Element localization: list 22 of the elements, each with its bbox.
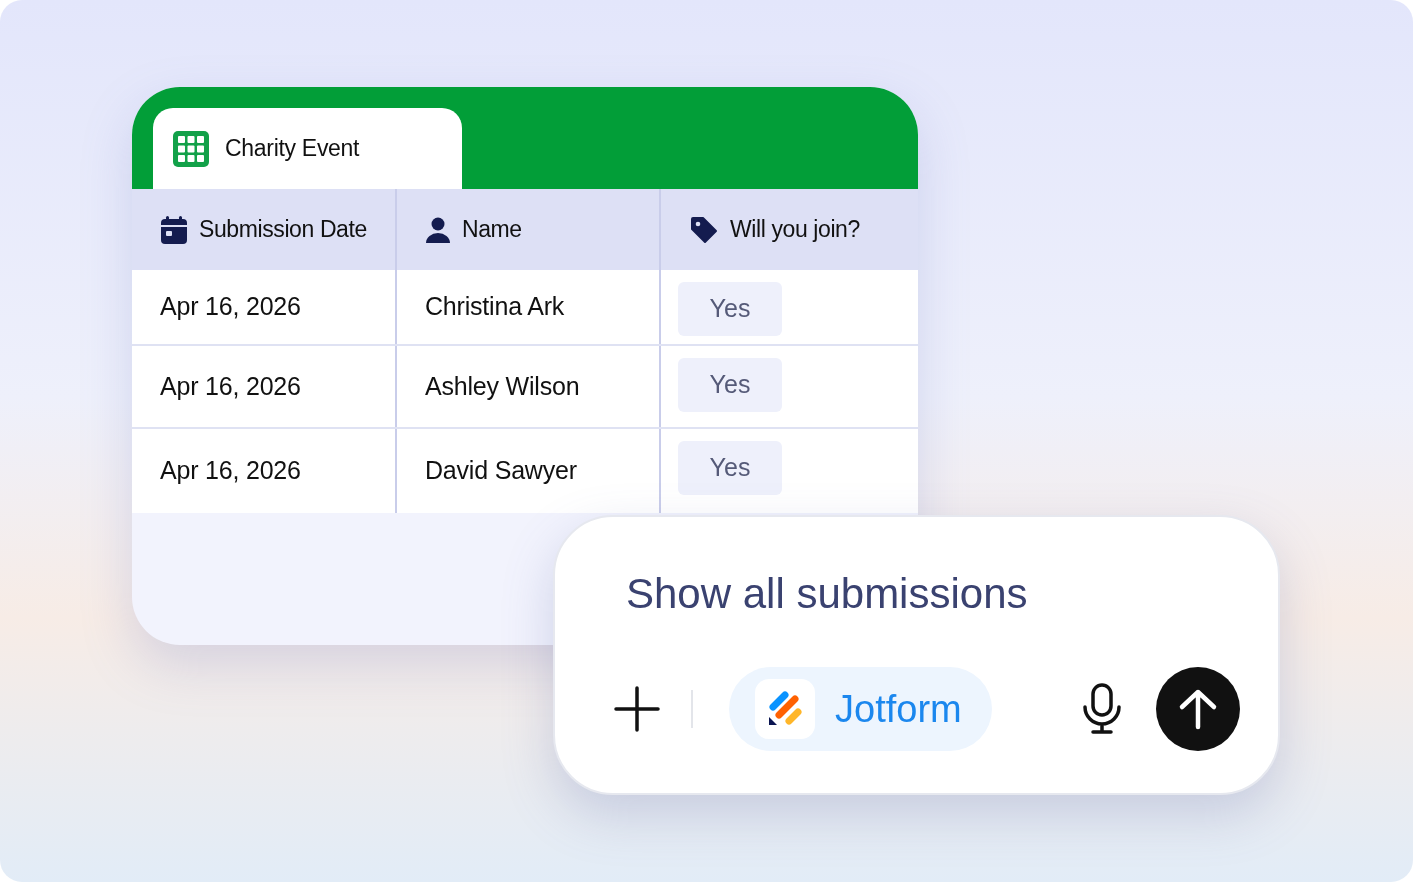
table-cell: David Sawyer [397,429,661,513]
answer-tag: Yes [678,441,782,495]
answer-tag: Yes [678,358,782,412]
add-button[interactable] [613,685,661,733]
sheet-title: Charity Event [225,134,360,164]
plus-icon [614,686,660,732]
microphone-icon [1081,683,1123,735]
table-cell: Apr 16, 2026 [132,429,397,513]
table-cell: Ashley Wilson [397,346,661,427]
app-logo-icon [755,679,815,739]
column-header[interactable]: Will you join? [661,189,918,270]
prompt-text[interactable]: Show all submissions [555,517,1278,615]
table-cell: Apr 16, 2026 [132,270,397,344]
table-cell: Apr 16, 2026 [132,346,397,427]
sheet-tab[interactable]: Charity Event [153,108,462,189]
table-cell: Christina Ark [397,270,661,344]
tag-icon [690,215,718,244]
person-icon [426,216,450,243]
answer-tag: Yes [678,282,782,336]
grid-icon [173,130,209,167]
calendar-icon [161,215,187,244]
arrow-up-icon [1178,688,1218,730]
